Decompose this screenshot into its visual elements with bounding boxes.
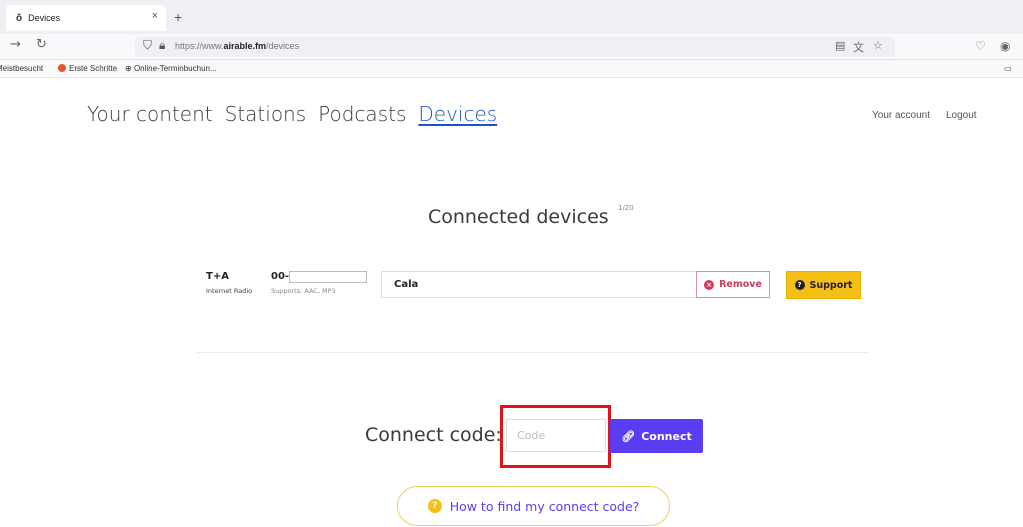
url-text: https://www.airable.fm/devices (175, 41, 300, 51)
new-tab-button[interactable]: + (174, 9, 182, 25)
connect-code-label: Connect code: (365, 424, 502, 446)
device-count-badge: 1/20 (618, 204, 634, 212)
bookmark-star-icon[interactable]: ☆ (873, 39, 883, 52)
browser-tab[interactable]: ŏ Devices × (6, 5, 166, 31)
question-circle-icon: ? (794, 280, 805, 290)
other-bookmarks-folder-icon[interactable]: ▭ (1004, 64, 1012, 73)
device-brand: T+A (206, 271, 229, 282)
main-navigation: Your content Stations Podcasts Devices (87, 102, 497, 126)
remove-device-button[interactable]: × Remove (696, 271, 770, 298)
reload-icon[interactable]: ↻ (36, 37, 47, 52)
device-name-field[interactable]: Cala (381, 271, 697, 298)
connect-code-input[interactable] (506, 419, 606, 452)
device-id-redacted (289, 271, 367, 283)
your-account-link[interactable]: Your account (872, 110, 930, 121)
divider (197, 352, 869, 353)
device-type: Internet Radio (206, 287, 253, 295)
firefox-icon (58, 64, 66, 72)
question-circle-icon: ? (427, 499, 442, 513)
nav-devices[interactable]: Devices (418, 102, 497, 126)
connect-button[interactable]: 🔗︎ Connect (610, 419, 703, 453)
link-icon: 🔗︎ (621, 429, 636, 443)
nav-podcasts[interactable]: Podcasts (318, 102, 406, 126)
nav-stations[interactable]: Stations (225, 102, 307, 126)
site-favicon-icon: ŏ (16, 12, 23, 24)
page-title: Connected devices (428, 206, 609, 228)
device-supported-formats: Supports: AAC, MP3 (271, 287, 336, 295)
nav-your-content[interactable]: Your content (87, 102, 213, 126)
bookmarks-bar: Meistbesucht Erste Schritte ⊕ Online-Ter… (0, 60, 1023, 78)
support-button[interactable]: ? Support (786, 271, 861, 299)
page-content: Your content Stations Podcasts Devices Y… (0, 78, 1023, 527)
account-icon[interactable]: ◉ (1000, 39, 1010, 53)
logout-link[interactable]: Logout (946, 110, 977, 121)
device-name-value: Cala (394, 279, 419, 290)
translate-icon[interactable]: 文 (853, 39, 864, 55)
tab-title: Devices (28, 13, 61, 23)
address-bar[interactable]: ⛉ 🔒︎ https://www.airable.fm/devices ▤ 文 … (135, 37, 895, 57)
browser-nav-bar: → ↻ ⛉ 🔒︎ https://www.airable.fm/devices … (0, 34, 1023, 60)
lock-icon[interactable]: 🔒︎ (159, 38, 165, 53)
pocket-icon[interactable]: ♡ (975, 39, 986, 53)
forward-icon[interactable]: → (10, 37, 21, 52)
device-id: 00- (271, 271, 290, 282)
bookmark-meistbesucht[interactable]: Meistbesucht (0, 64, 43, 73)
remove-icon: × (704, 279, 715, 290)
how-to-label: How to find my connect code? (449, 498, 640, 514)
remove-button-label: Remove (719, 279, 762, 290)
browser-tab-bar: ŏ Devices × + (0, 0, 1023, 34)
support-button-label: Support (809, 279, 853, 291)
shield-icon[interactable]: ⛉ (143, 38, 152, 53)
bookmark-erste-schritte[interactable]: Erste Schritte (58, 64, 117, 73)
how-to-find-code-button[interactable]: ? How to find my connect code? (397, 486, 670, 526)
tab-close-icon[interactable]: × (152, 10, 158, 22)
reader-view-icon[interactable]: ▤ (835, 39, 845, 52)
bookmark-online-terminbuchung[interactable]: ⊕ Online-Terminbuchun... (125, 64, 217, 73)
connect-button-label: Connect (641, 429, 692, 443)
globe-icon: ⊕ (125, 64, 134, 73)
